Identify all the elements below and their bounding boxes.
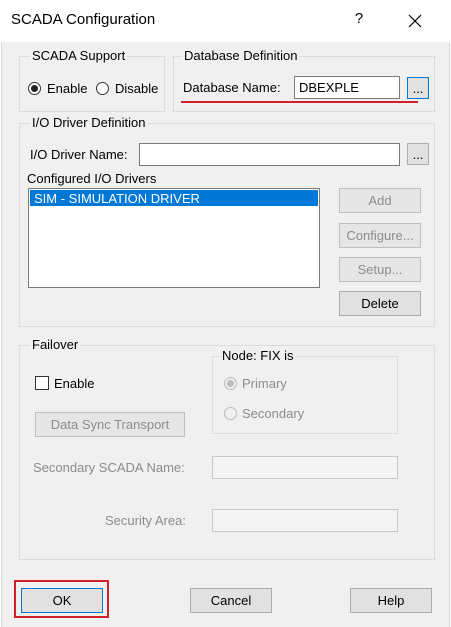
node-fix-group (212, 356, 398, 434)
security-area-label: Security Area: (105, 513, 186, 528)
ok-button[interactable]: OK (21, 588, 103, 613)
secondary-scada-name-field[interactable] (212, 456, 398, 479)
scada-enable-radio[interactable] (28, 82, 41, 95)
security-area-field[interactable] (212, 509, 398, 532)
database-definition-legend: Database Definition (182, 48, 300, 63)
delete-button[interactable]: Delete (339, 291, 421, 316)
failover-enable-checkbox[interactable] (35, 376, 49, 390)
scada-enable-label[interactable]: Enable (47, 81, 87, 96)
secondary-radio[interactable] (224, 407, 237, 420)
io-driver-name-label: I/O Driver Name: (30, 147, 128, 162)
secondary-scada-name-label: Secondary SCADA Name: (33, 460, 185, 475)
window-title: SCADA Configuration (11, 11, 156, 28)
configure-button[interactable]: Configure... (339, 223, 421, 248)
database-name-field[interactable]: DBEXPLE (294, 76, 400, 99)
configured-drivers-label: Configured I/O Drivers (27, 171, 157, 186)
database-browse-button[interactable]: ... (407, 77, 429, 99)
annotation-underline (181, 101, 418, 103)
io-driver-browse-button[interactable]: ... (407, 143, 429, 165)
configured-drivers-list[interactable]: SIM - SIMULATION DRIVER (28, 188, 320, 288)
data-sync-transport-button[interactable]: Data Sync Transport (35, 412, 185, 437)
node-fix-legend: Node: FIX is (220, 348, 296, 363)
primary-radio[interactable] (224, 377, 237, 390)
cancel-button[interactable]: Cancel (190, 588, 272, 613)
scada-disable-label[interactable]: Disable (115, 81, 158, 96)
database-name-value: DBEXPLE (299, 80, 359, 95)
help-icon[interactable]: ? (351, 10, 367, 27)
add-button[interactable]: Add (339, 188, 421, 213)
failover-enable-label[interactable]: Enable (54, 376, 94, 391)
help-button[interactable]: Help (350, 588, 432, 613)
io-driver-name-field[interactable] (139, 143, 400, 166)
scada-support-legend: SCADA Support (30, 48, 128, 63)
scada-disable-radio[interactable] (96, 82, 109, 95)
io-driver-definition-legend: I/O Driver Definition (30, 115, 148, 130)
list-item[interactable]: SIM - SIMULATION DRIVER (30, 190, 318, 206)
title-bar: SCADA Configuration ? (0, 0, 451, 42)
secondary-label[interactable]: Secondary (242, 406, 304, 421)
failover-legend: Failover (30, 337, 81, 352)
database-name-label: Database Name: (183, 80, 281, 95)
primary-label[interactable]: Primary (242, 376, 287, 391)
close-icon[interactable] (401, 9, 429, 33)
setup-button[interactable]: Setup... (339, 257, 421, 282)
